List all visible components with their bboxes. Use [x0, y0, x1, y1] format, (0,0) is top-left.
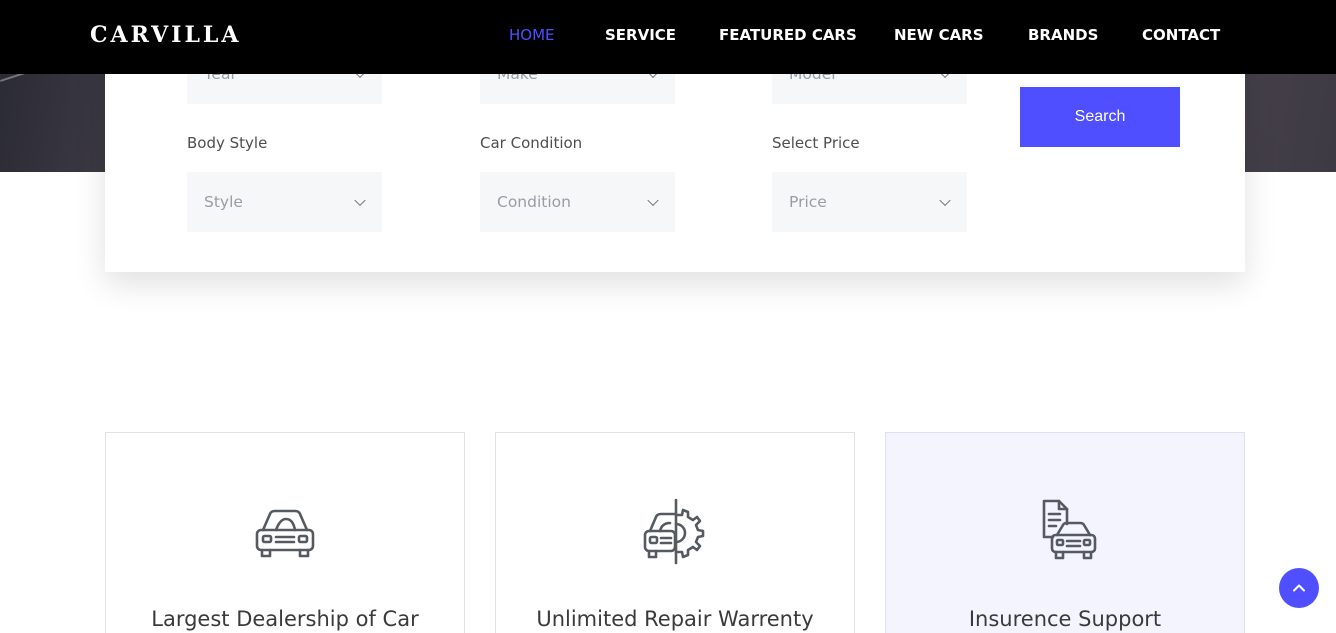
- car-repair-gear-icon: [643, 498, 705, 565]
- nav-home[interactable]: HOME: [509, 26, 555, 44]
- feature-card-insurance: Insurence Support: [885, 432, 1245, 633]
- nav-brands[interactable]: BRANDS: [1028, 26, 1098, 44]
- feature-card-dealership: Largest Dealership of Car: [105, 432, 465, 633]
- nav-service[interactable]: SERVICE: [605, 26, 676, 44]
- price-value: Price: [789, 193, 827, 211]
- nav-new-cars[interactable]: NEW CARS: [894, 26, 984, 44]
- car-condition-label: Car Condition: [480, 134, 583, 152]
- body-style-select[interactable]: Style: [187, 172, 382, 232]
- back-to-top-button[interactable]: [1279, 568, 1319, 608]
- search-button[interactable]: Search: [1020, 87, 1180, 147]
- nav-contact[interactable]: CONTACT: [1142, 26, 1220, 44]
- site-logo[interactable]: CARVILLA: [90, 22, 241, 48]
- feature-title: Insurence Support: [968, 607, 1162, 631]
- car-condition-value: Condition: [497, 193, 571, 211]
- feature-card-repair: Unlimited Repair Warrenty: [495, 432, 855, 633]
- nav-featured-cars[interactable]: FEATURED CARS: [719, 26, 857, 44]
- car-condition-select[interactable]: Condition: [480, 172, 675, 232]
- chevron-up-icon: [1293, 584, 1305, 592]
- select-price-label: Select Price: [772, 134, 860, 152]
- chevron-down-icon: [939, 194, 951, 207]
- feature-title: Unlimited Repair Warrenty: [536, 607, 814, 631]
- car-search-card: Year Make Model Body Style Car Condition…: [105, 40, 1245, 272]
- body-style-label: Body Style: [187, 134, 268, 152]
- car-icon: [255, 509, 315, 558]
- price-select[interactable]: Price: [772, 172, 967, 232]
- site-header: CARVILLA HOME SERVICE FEATURED CARS NEW …: [0, 0, 1336, 74]
- chevron-down-icon: [354, 194, 366, 207]
- body-style-value: Style: [204, 193, 243, 211]
- car-document-icon: [1042, 499, 1097, 560]
- chevron-down-icon: [647, 194, 659, 207]
- feature-title: Largest Dealership of Car: [151, 607, 419, 631]
